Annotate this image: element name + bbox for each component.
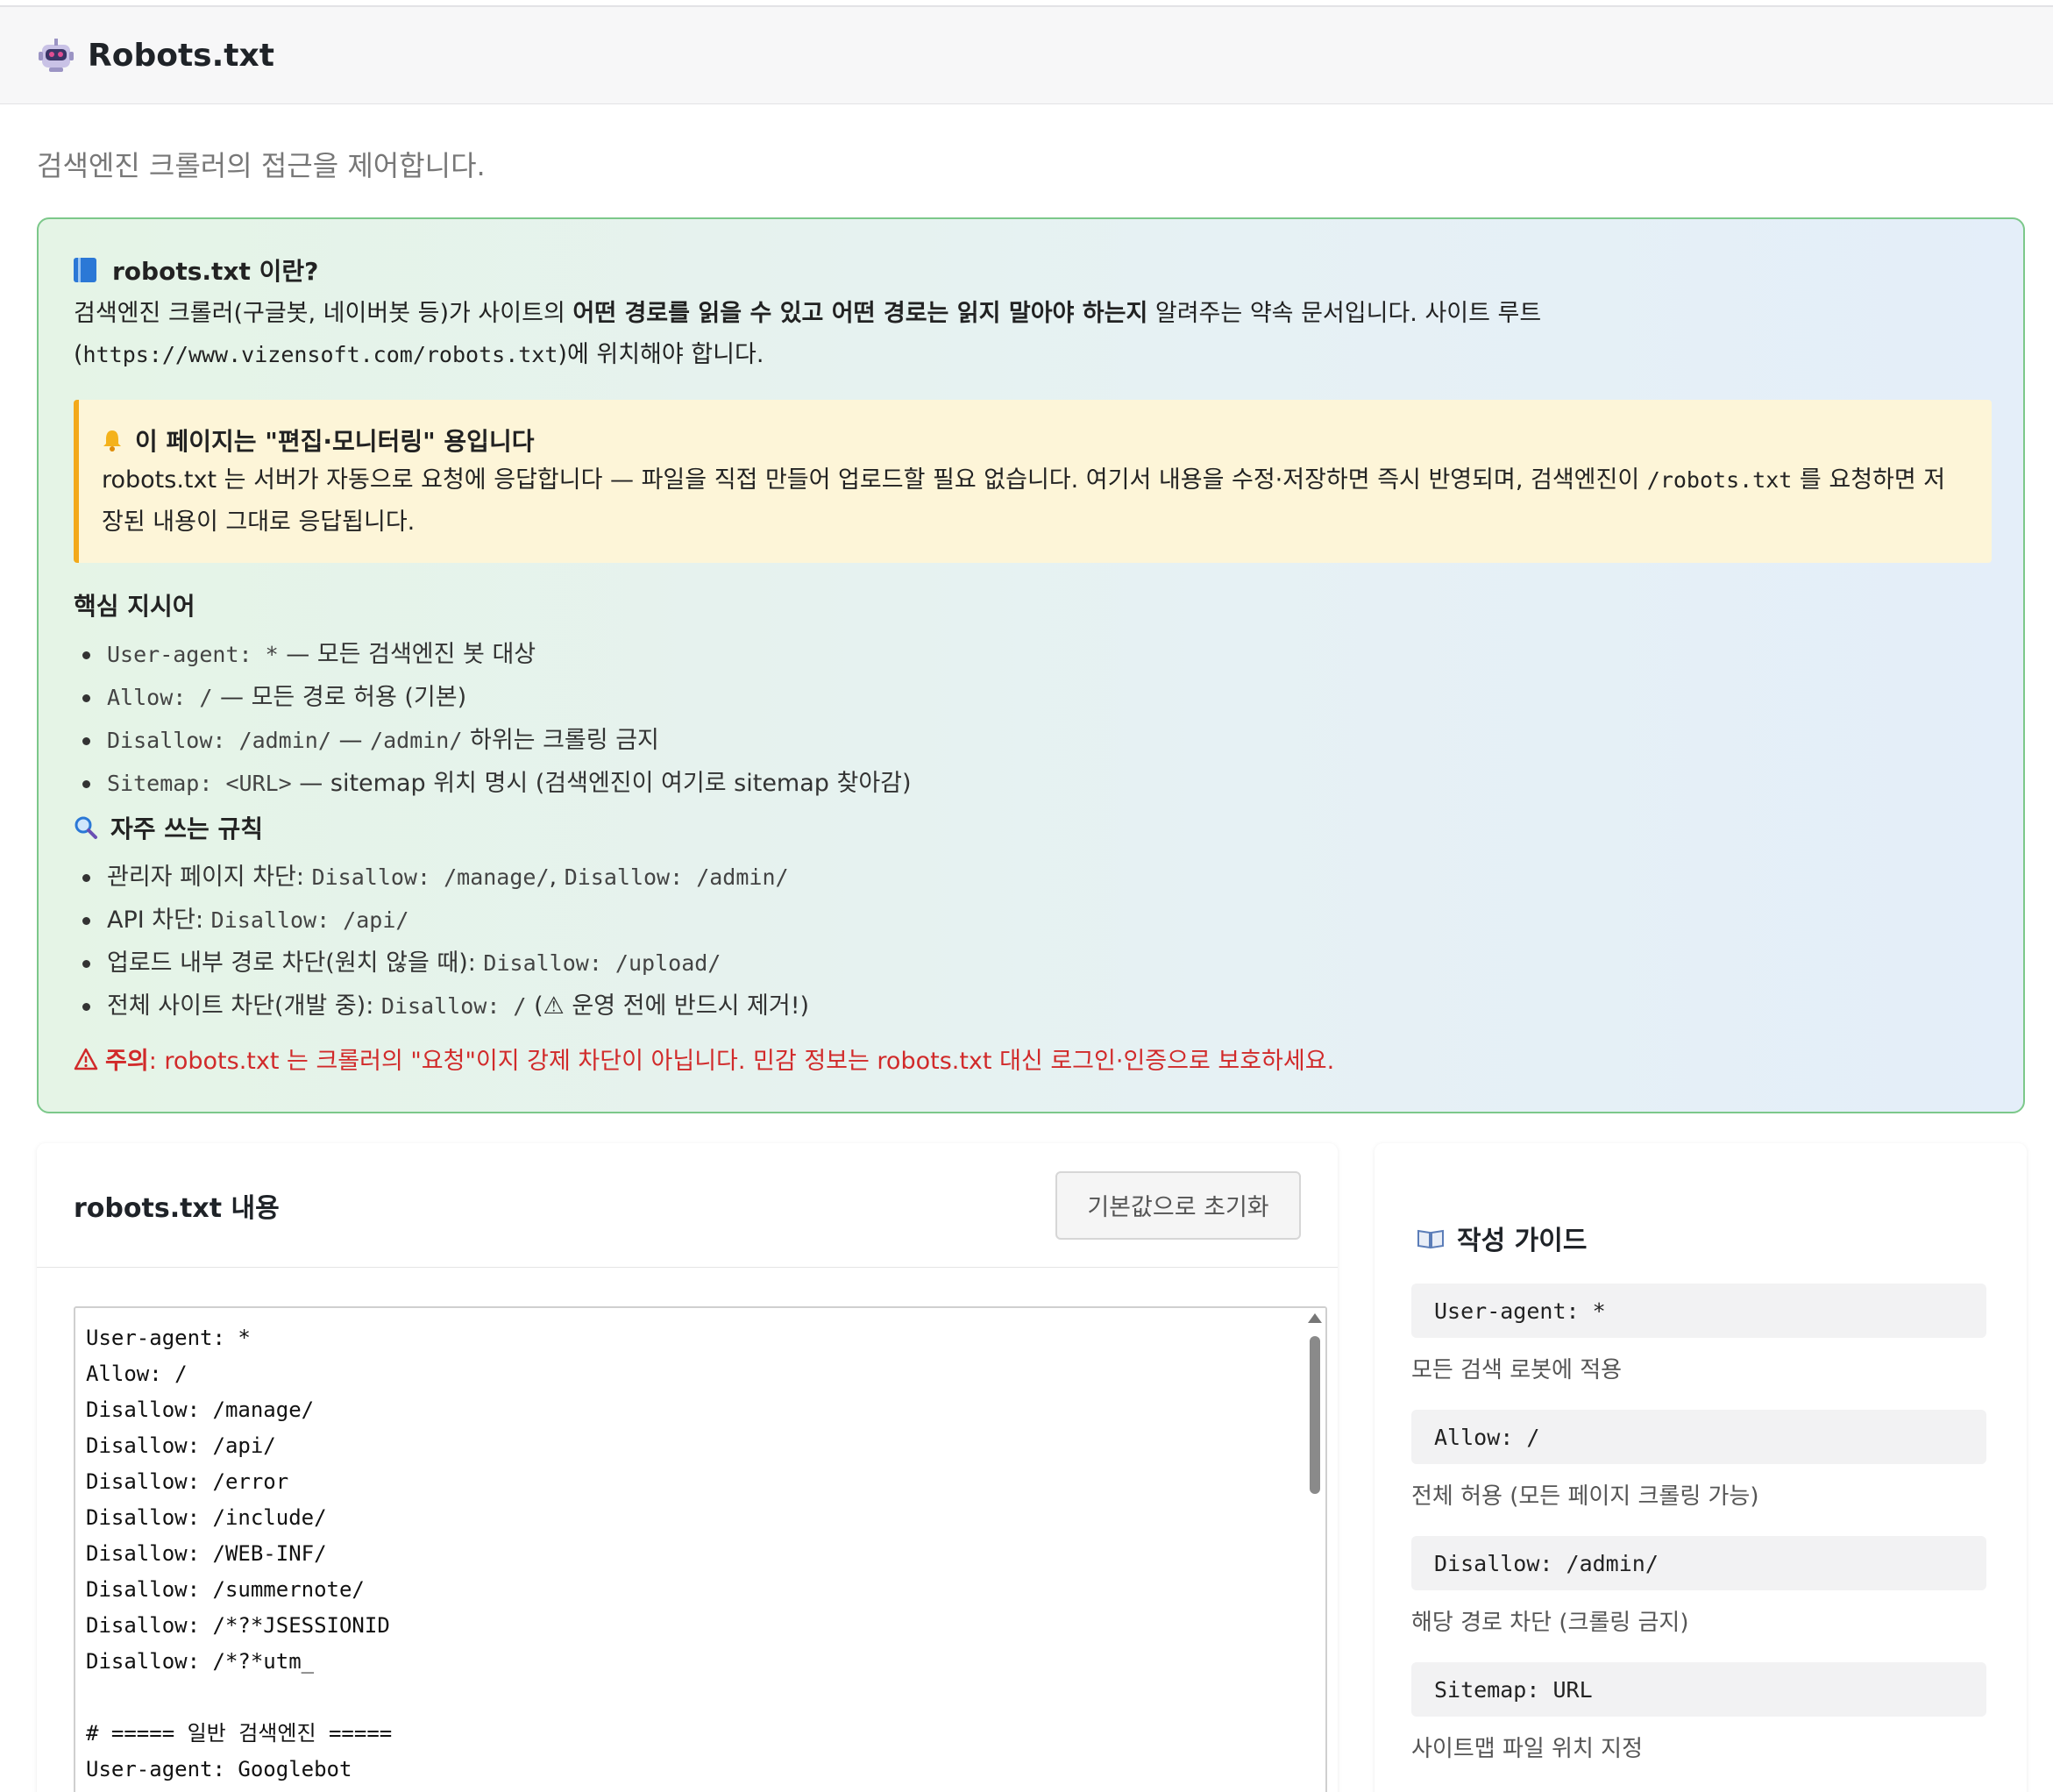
guide-description: 해당 경로 차단 (크롤링 금지) bbox=[1411, 1610, 1689, 1636]
directives-heading: 핵심 지시어 bbox=[74, 592, 195, 621]
rule-item: 전체 사이트 차단(개발 중): Disallow: / (⚠ 운영 전에 반드… bbox=[74, 985, 1988, 1028]
writing-guide-card: 작성 가이드 User-agent: * 모든 검색 로봇에 적용 Allow: /… bbox=[1375, 1143, 2027, 1792]
rule-code: Disallow: /manage/ bbox=[311, 864, 550, 890]
guide-code: Allow: / bbox=[1411, 1410, 1986, 1464]
editor-title: robots.txt 내용 bbox=[74, 1192, 280, 1224]
editor-line: Disallow: /include/ bbox=[86, 1505, 327, 1530]
rule-code: Disallow: /admin/ bbox=[564, 864, 789, 890]
robots-url: https://www.vizensoft.com/robots.txt bbox=[82, 342, 558, 367]
rule-item: 업로드 내부 경로 차단(원치 않을 때): Disallow: /upload… bbox=[74, 942, 1988, 985]
notice-title: 이 페이지는 "편집·모니터링" 용입니다 bbox=[135, 427, 535, 456]
reset-default-button[interactable]: 기본값으로 초기화 bbox=[1055, 1170, 1301, 1240]
editor-line: Disallow: /*?*JSESSIONID bbox=[86, 1613, 390, 1638]
directive-code: Sitemap: <URL> bbox=[107, 771, 292, 796]
directive-code: Disallow: /admin/ bbox=[107, 728, 331, 753]
magnifier-icon bbox=[75, 816, 97, 839]
rule-item: API 차단: Disallow: /api/ bbox=[74, 899, 1988, 942]
warning-note: 주의: robots.txt 는 크롤러의 "요청"이지 강제 차단이 아닙니다… bbox=[74, 1042, 1988, 1076]
robot-icon bbox=[39, 39, 74, 72]
guide-item: Sitemap: URL 사이트맵 파일 위치 지정 bbox=[1411, 1662, 1986, 1788]
editor-line: Disallow: /summernote/ bbox=[86, 1577, 365, 1602]
bell-icon bbox=[103, 430, 121, 452]
rule-code: Disallow: /api/ bbox=[210, 907, 409, 933]
editor-line: Disallow: /error bbox=[86, 1469, 289, 1494]
notice-body: robots.txt 는 서버가 자동으로 요청에 응답합니다 — 파일을 직접… bbox=[102, 466, 1946, 536]
editor-line: Disallow: /api/ bbox=[86, 1433, 276, 1458]
guide-description: 전체 허용 (모든 페이지 크롤링 가능) bbox=[1411, 1483, 1759, 1510]
guide-item: Disallow: /admin/해당 경로 차단 (크롤링 금지) bbox=[1411, 1536, 1986, 1662]
rule-code: Disallow: / bbox=[380, 993, 527, 1019]
editor-line: Disallow: /*?*utm_ bbox=[86, 1649, 315, 1674]
editor-line: User-agent: Googlebot bbox=[86, 1757, 352, 1781]
guide-item: Allow: / 전체 허용 (모든 페이지 크롤링 가능) bbox=[1411, 1410, 1986, 1536]
page-subtitle: 검색엔진 크롤러의 접근을 제어합니다. bbox=[37, 149, 486, 182]
robots-textarea[interactable]: User-agent: * Allow: / Disallow: /manage/D… bbox=[74, 1306, 1327, 1792]
guide-item: User-agent: * 모든 검색 로봇에 적용 bbox=[1411, 1284, 1986, 1410]
guide-code: Disallow: /admin/ bbox=[1411, 1536, 1986, 1590]
page-header: Robots.txt bbox=[0, 5, 2053, 104]
robots-editor-card: robots.txt 내용 기본값으로 초기화 User-agent: * All… bbox=[37, 1143, 1338, 1792]
warning-icon bbox=[74, 1048, 98, 1070]
robots-info-panel: robots.txt 이란? 검색엔진 크롤러(구글봇, 네이버봇 등)가 사이… bbox=[37, 217, 2025, 1113]
scrollbar-thumb[interactable] bbox=[1310, 1336, 1320, 1494]
directive-code: User-agent: * bbox=[107, 642, 279, 667]
directive-code: Allow: / bbox=[107, 685, 213, 710]
directive-item: Sitemap: <URL> — sitemap 위치 명시 (검색엔진이 여기… bbox=[74, 762, 1988, 805]
editing-notice: 이 페이지는 "편집·모니터링" 용입니다 robots.txt 는 서버가 자… bbox=[74, 400, 1992, 563]
guide-title: 작성 가이드 bbox=[1417, 1219, 1587, 1257]
scrollbar[interactable] bbox=[1304, 1308, 1325, 1792]
editor-line: User-agent: * bbox=[86, 1326, 251, 1350]
guide-list: User-agent: * 모든 검색 로봇에 적용 Allow: / 전체 허용 (… bbox=[1411, 1284, 1986, 1788]
guide-code: Sitemap: URL bbox=[1411, 1662, 1986, 1717]
editor-line: # ===== 일반 검색엔진 ===== bbox=[86, 1721, 393, 1746]
info-title: robots.txt 이란? bbox=[74, 252, 1988, 288]
rule-code: Disallow: /upload/ bbox=[483, 950, 721, 976]
page-title: Robots.txt bbox=[88, 37, 274, 74]
rules-heading: 자주 쓰는 규칙 bbox=[74, 810, 1988, 845]
guide-description: 모든 검색 로봇에 적용 bbox=[1411, 1357, 1623, 1383]
open-book-icon bbox=[1417, 1229, 1444, 1249]
scroll-up-arrow-icon[interactable] bbox=[1308, 1313, 1322, 1323]
editor-line: Disallow: /WEB-INF/ bbox=[86, 1541, 327, 1566]
directive-item: Disallow: /admin/ — /admin/ 하위는 크롤링 금지 bbox=[74, 719, 1988, 762]
book-icon bbox=[74, 258, 96, 282]
rules-list: 관리자 페이지 차단: Disallow: /manage/, Disallow… bbox=[74, 856, 1988, 1028]
editor-line: Allow: / bbox=[86, 1362, 188, 1386]
editor-line: Disallow: /manage/ bbox=[86, 1397, 315, 1422]
directives-list: User-agent: * — 모든 검색엔진 봇 대상 Allow: / — 모… bbox=[74, 633, 1988, 805]
directive-item: Allow: / — 모든 경로 허용 (기본) bbox=[74, 676, 1988, 719]
info-description: 검색엔진 크롤러(구글봇, 네이버봇 등)가 사이트의 어떤 경로를 읽을 수 … bbox=[74, 300, 1542, 368]
directive-item: User-agent: * — 모든 검색엔진 봇 대상 bbox=[74, 633, 1988, 676]
guide-code: User-agent: * bbox=[1411, 1284, 1986, 1338]
guide-description: 사이트맵 파일 위치 지정 bbox=[1411, 1736, 1643, 1762]
rule-item: 관리자 페이지 차단: Disallow: /manage/, Disallow… bbox=[74, 856, 1988, 899]
